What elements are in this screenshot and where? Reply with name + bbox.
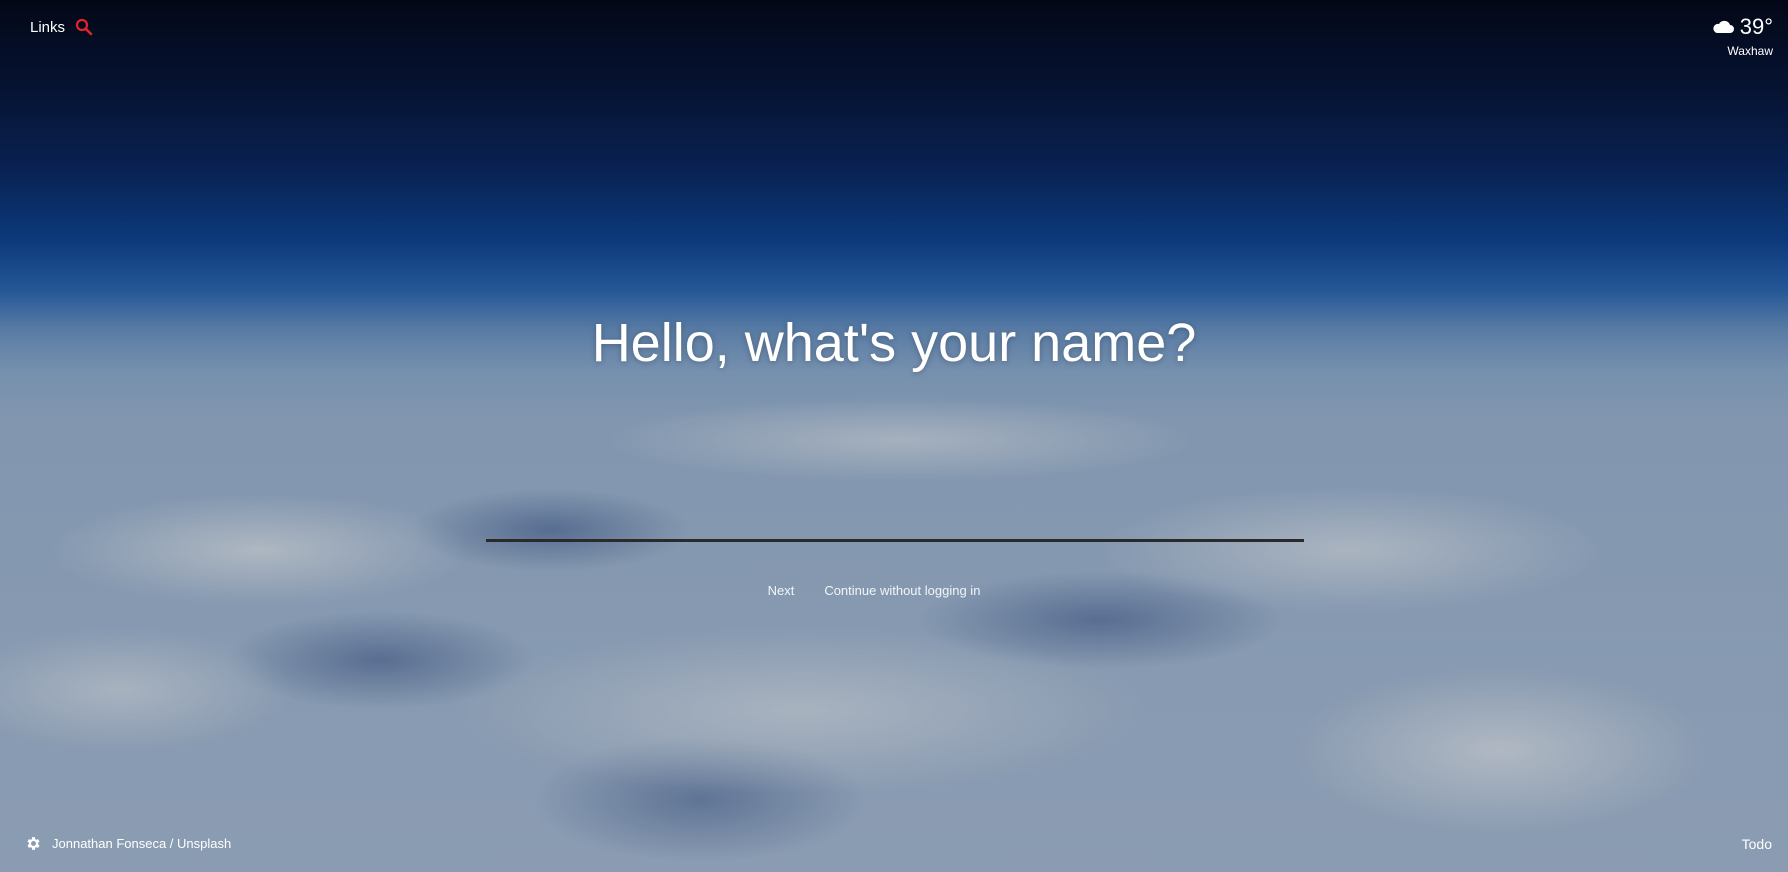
search-icon[interactable] [75, 18, 93, 36]
onboarding-actions: Next Continue without logging in [0, 583, 1788, 598]
todo-button[interactable]: Todo [1742, 836, 1772, 852]
name-input[interactable] [486, 502, 1304, 542]
background-photo [0, 0, 1788, 872]
name-prompt: Hello, what's your name? [591, 313, 1197, 373]
bottom-left-bar: Jonnathan Fonseca / Unsplash [25, 835, 231, 852]
background-shade [0, 0, 1788, 872]
top-left-bar: Links [30, 18, 93, 36]
weather-location: Waxhaw [1727, 44, 1773, 58]
gear-icon[interactable] [25, 835, 42, 852]
links-button[interactable]: Links [30, 19, 65, 36]
photo-credit[interactable]: Jonnathan Fonseca / Unsplash [52, 836, 231, 851]
next-button[interactable]: Next [768, 583, 795, 598]
cloud-icon [1713, 20, 1734, 33]
continue-without-login-link[interactable]: Continue without logging in [824, 583, 980, 598]
weather-widget[interactable]: 39° Waxhaw [1712, 14, 1773, 58]
temperature: 39° [1739, 14, 1773, 39]
